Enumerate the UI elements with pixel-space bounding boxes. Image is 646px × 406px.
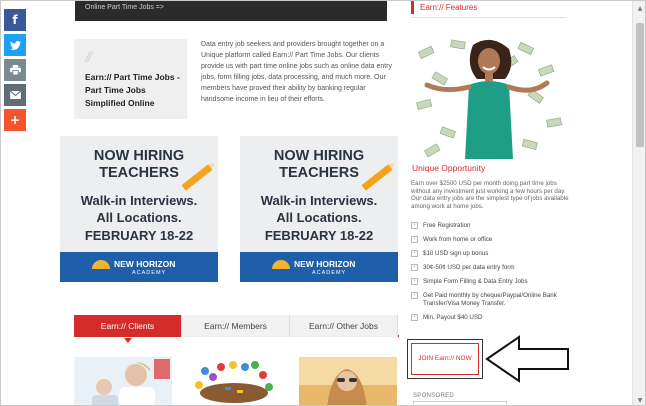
- ad-headline-1: NOW HIRING: [273, 148, 365, 164]
- chevron-right-icon: ›: [411, 222, 418, 229]
- print-icon[interactable]: [4, 59, 26, 81]
- chevron-right-icon: ›: [411, 314, 418, 322]
- twitter-icon[interactable]: [4, 34, 26, 56]
- sun-logo-icon: [272, 260, 290, 269]
- feature-item: › Free Registration: [411, 222, 571, 230]
- tab-earn-other-jobs[interactable]: Earn:// Other Jobs: [290, 315, 398, 337]
- ad-brand-sub: ACADEMY: [312, 270, 347, 276]
- ad-line-5: FEBRUARY 18-22: [84, 228, 194, 243]
- feature-item: › $10 USD sign up bonus: [411, 250, 571, 258]
- sponsored-label: SPONSORED: [413, 393, 455, 399]
- feature-text: $10 USD sign up bonus: [423, 250, 489, 258]
- ad-headline-1: NOW HIRING: [93, 148, 185, 164]
- ad-banner-1[interactable]: NOW HIRING TEACHERS Walk-in Interviews. …: [60, 136, 218, 282]
- sidebar-section-title: Earn:// Features: [420, 3, 478, 12]
- feature-item: › Get Paid monthly by cheque/Paypal/Onlin…: [411, 292, 571, 307]
- feature-image: [411, 35, 566, 159]
- tab-earn-members[interactable]: Earn:// Members: [182, 315, 290, 337]
- scroll-up-icon[interactable]: ▲: [633, 1, 645, 15]
- feature-text: Free Registration: [423, 222, 471, 229]
- ad-footer: NEW HORIZON ACADEMY: [240, 252, 398, 282]
- feature-item: › Work from home or office: [411, 236, 571, 244]
- email-icon[interactable]: [4, 84, 26, 106]
- feature-text: Get Paid monthly by cheque/Paypal/Online…: [423, 292, 557, 308]
- about-card-title: Earn:// Part Time Jobs - Part Time Jobs …: [85, 72, 180, 108]
- about-card: // Earn:// Part Time Jobs - Part Time Jo…: [74, 39, 187, 119]
- ad-line-5: FEBRUARY 18-22: [264, 228, 374, 243]
- client-thumbnail-2[interactable]: [185, 357, 283, 405]
- feature-item: › 30¢-50¢ USD per data entry form: [411, 264, 571, 272]
- vertical-scrollbar[interactable]: ▲ ▼: [632, 1, 645, 405]
- main-content: Online Part Time Jobs => // Earn:// Part…: [59, 1, 404, 405]
- join-highlight-box: JOIN Earn:// NOW: [407, 339, 483, 379]
- chevron-right-icon: ›: [411, 278, 418, 286]
- ad-brand: NEW HORIZON: [294, 259, 356, 269]
- client-thumbnail-3[interactable]: [299, 357, 397, 405]
- feature-text: Work from home or office: [423, 236, 493, 244]
- ad-banner-2[interactable]: NOW HIRING TEACHERS Walk-in Interviews. …: [240, 136, 398, 282]
- more-plus-icon[interactable]: +: [4, 109, 26, 131]
- sun-logo-icon: [92, 260, 110, 269]
- scroll-down-icon[interactable]: ▼: [633, 393, 645, 405]
- chevron-right-icon: ›: [411, 264, 418, 272]
- facebook-icon[interactable]: f: [4, 9, 26, 31]
- features-list: › Free Registration › Work from home or of…: [411, 222, 571, 322]
- tab-earn-clients[interactable]: Earn:// Clients: [74, 315, 182, 343]
- sidebar-section-header: Earn:// Features: [411, 1, 566, 18]
- ad-brand-sub: ACADEMY: [132, 270, 167, 276]
- join-now-button[interactable]: JOIN Earn:// NOW: [411, 343, 479, 375]
- feature-text: Min. Payout $40 USD: [423, 314, 483, 322]
- section-accent-bar: [411, 1, 414, 14]
- ad-brand: NEW HORIZON: [114, 259, 176, 269]
- feature-text: Simple Form Filling & Data Entry Jobs: [423, 278, 528, 286]
- sidebar-paragraph: Earn over $2500 USD per month doing part…: [411, 180, 569, 210]
- feature-item: › Simple Form Filling & Data Entry Jobs: [411, 278, 571, 286]
- chevron-right-icon: ›: [411, 292, 418, 300]
- about-text: Data entry job seekers and providers bro…: [201, 41, 393, 104]
- browser-viewport: f + Online Part Time Jobs => // Earn:// …: [0, 0, 646, 406]
- ad-line-3: Walk-in Interviews.: [80, 193, 198, 208]
- feature-text: 30¢-50¢ USD per data entry form: [423, 264, 515, 272]
- client-thumbnail-1[interactable]: [74, 357, 172, 405]
- ad-line-3: Walk-in Interviews.: [260, 193, 378, 208]
- sponsored-box: [413, 401, 507, 405]
- hero-banner[interactable]: Online Part Time Jobs =>: [75, 1, 387, 21]
- sidebar-subtitle: Unique Opportunity: [412, 163, 486, 173]
- ad-line-4: All Locations.: [276, 210, 362, 225]
- quote-mark-icon: //: [85, 49, 92, 66]
- share-bar: f +: [4, 9, 26, 134]
- ad-line-4: All Locations.: [96, 210, 182, 225]
- ad-footer: NEW HORIZON ACADEMY: [60, 252, 218, 282]
- tabs: Earn:// Clients Earn:// Members Earn:// …: [74, 315, 399, 343]
- chevron-right-icon: ›: [411, 250, 418, 258]
- hero-caption: Online Part Time Jobs =>: [85, 4, 164, 11]
- scrollbar-thumb[interactable]: [636, 23, 644, 147]
- left-arrow-icon: [485, 335, 569, 383]
- feature-item: › Min. Payout $40 USD: [411, 314, 571, 322]
- chevron-right-icon: ›: [411, 236, 418, 244]
